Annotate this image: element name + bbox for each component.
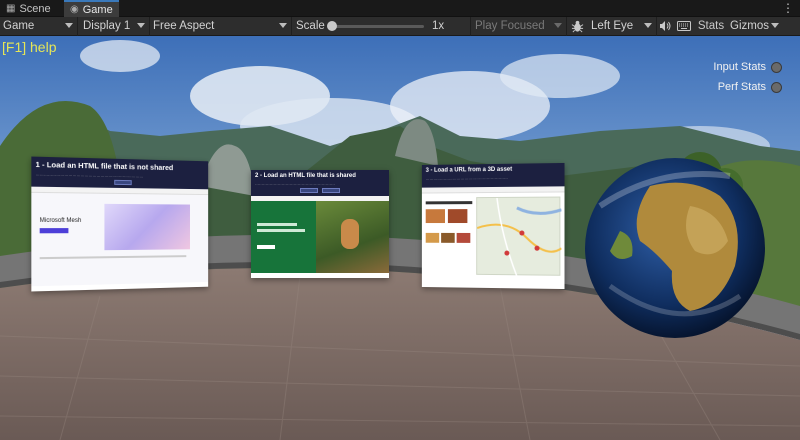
chevron-down-icon bbox=[554, 23, 562, 28]
scale-value: 1x bbox=[432, 20, 444, 32]
webpage-content bbox=[422, 192, 565, 281]
input-stats-label: Input Stats bbox=[713, 61, 766, 73]
game-viewport[interactable]: [F1] help Input Stats Perf Stats 1 - Loa… bbox=[0, 36, 800, 440]
panel-action-button[interactable] bbox=[114, 180, 131, 185]
game-toolbar: Game Display 1 Free Aspect Scale 1x Play… bbox=[0, 17, 800, 36]
chevron-down-icon bbox=[65, 23, 73, 28]
game-icon: ◉ bbox=[70, 4, 79, 15]
aspect-value: Free Aspect bbox=[153, 20, 214, 32]
tab-game[interactable]: ◉ Game bbox=[64, 0, 119, 17]
scale-slider-group: Scale 1x bbox=[292, 17, 471, 36]
webpage-photo-person bbox=[341, 219, 359, 249]
help-hint: [F1] help bbox=[2, 39, 56, 55]
webpage-hero-image bbox=[104, 204, 190, 250]
scale-label: Scale bbox=[296, 20, 325, 32]
perf-stats-label: Perf Stats bbox=[718, 81, 766, 93]
webpage-banner-button bbox=[257, 245, 275, 249]
webview-panel-3[interactable]: 3 - Load a URL from a 3D asset ………………………… bbox=[422, 163, 565, 289]
display-dropdown[interactable]: Display 1 bbox=[78, 17, 150, 36]
map-roads bbox=[477, 198, 561, 277]
webview-panel-2[interactable]: 2 - Load an HTML file that is shared ………… bbox=[251, 170, 389, 278]
input-stats-toggle[interactable]: Input Stats bbox=[713, 61, 782, 73]
display-value: Display 1 bbox=[83, 20, 130, 32]
webpage-banner-text bbox=[257, 229, 305, 232]
stats-button[interactable]: Stats bbox=[695, 17, 727, 36]
webview-panel-1[interactable]: 1 - Load an HTML file that is not shared… bbox=[31, 157, 208, 292]
webpage-content: Microsoft Mesh bbox=[31, 193, 208, 286]
chevron-down-icon bbox=[644, 23, 652, 28]
panel-title: 2 - Load an HTML file that is shared bbox=[251, 170, 389, 181]
panel-button-row bbox=[251, 188, 389, 196]
keyboard-icon[interactable] bbox=[673, 17, 695, 36]
webpage-banner-text bbox=[257, 223, 297, 226]
webpage-green-banner bbox=[251, 201, 316, 273]
view-mode-dropdown[interactable]: Game bbox=[0, 17, 78, 36]
gizmos-label: Gizmos bbox=[730, 20, 769, 32]
editor-tab-bar: ▦ Scene ◉ Game ⋮ bbox=[0, 0, 800, 17]
toggle-knob bbox=[771, 62, 782, 73]
eye-dropdown[interactable]: Left Eye bbox=[587, 17, 657, 36]
panel-action-button[interactable] bbox=[300, 188, 318, 193]
food-thumbnail bbox=[457, 233, 471, 243]
food-thumbnail bbox=[426, 209, 445, 223]
more-options-icon[interactable]: ⋮ bbox=[782, 0, 794, 17]
tab-scene[interactable]: ▦ Scene bbox=[0, 0, 57, 17]
webpage-cta-button bbox=[40, 228, 69, 233]
webpage-heading bbox=[426, 201, 473, 204]
scale-slider-handle[interactable] bbox=[327, 21, 337, 31]
play-mode-value: Play Focused bbox=[475, 20, 545, 32]
food-thumbnail bbox=[448, 209, 467, 223]
view-mode-value: Game bbox=[3, 20, 34, 32]
scale-slider-track[interactable] bbox=[328, 25, 424, 28]
chevron-down-icon bbox=[771, 23, 779, 28]
panel-action-button[interactable] bbox=[322, 188, 340, 193]
aspect-dropdown[interactable]: Free Aspect bbox=[150, 17, 292, 36]
food-thumbnail bbox=[426, 233, 439, 243]
webpage-content bbox=[251, 201, 389, 273]
play-mode-dropdown[interactable]: Play Focused bbox=[471, 17, 567, 36]
stats-label: Stats bbox=[698, 20, 724, 32]
panel-description: …………………………………………………… bbox=[251, 181, 389, 188]
eye-value: Left Eye bbox=[591, 20, 633, 32]
map-view bbox=[476, 197, 560, 276]
scene-icon: ▦ bbox=[6, 3, 15, 14]
food-thumbnail bbox=[441, 233, 455, 243]
gizmos-dropdown[interactable]: Gizmos bbox=[727, 17, 783, 36]
toggle-knob bbox=[771, 82, 782, 93]
bug-icon[interactable] bbox=[567, 17, 587, 36]
webpage-heading: Microsoft Mesh bbox=[40, 218, 82, 224]
chevron-down-icon bbox=[137, 23, 145, 28]
speaker-icon[interactable] bbox=[657, 17, 673, 36]
chevron-down-icon bbox=[279, 23, 287, 28]
webpage-divider bbox=[40, 255, 187, 259]
perf-stats-toggle[interactable]: Perf Stats bbox=[718, 81, 782, 93]
tab-game-label: Game bbox=[83, 4, 113, 16]
tab-scene-label: Scene bbox=[19, 3, 50, 15]
